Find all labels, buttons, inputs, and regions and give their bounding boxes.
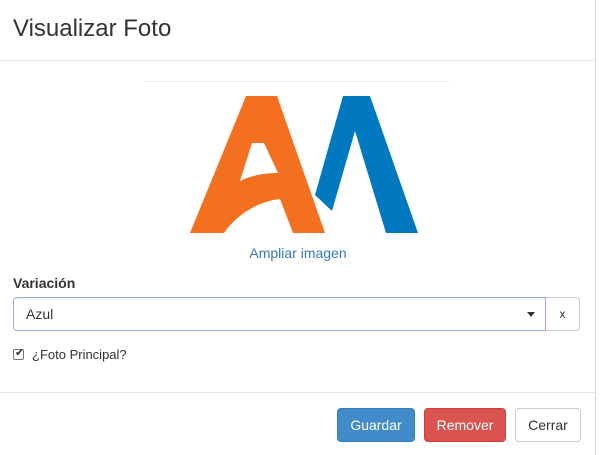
variation-select-group: Azul x bbox=[13, 297, 580, 331]
variation-selected-value: Azul bbox=[26, 306, 54, 322]
variation-select[interactable]: Azul bbox=[13, 297, 546, 331]
aa-logo-icon bbox=[190, 96, 418, 233]
logo-blue-shape bbox=[315, 96, 418, 233]
main-photo-label[interactable]: ¿Foto Principal? bbox=[32, 347, 127, 362]
main-photo-checkbox[interactable]: ✔ bbox=[13, 347, 25, 360]
variation-label: Variación bbox=[13, 275, 76, 291]
main-photo-row: ✔ ¿Foto Principal? bbox=[13, 347, 127, 362]
modal-footer: Guardar Remover Cerrar bbox=[0, 392, 596, 455]
enlarge-image-link[interactable]: Ampliar imagen bbox=[0, 245, 596, 261]
logo-orange-shape bbox=[190, 96, 325, 233]
close-button[interactable]: Cerrar bbox=[515, 408, 581, 442]
chevron-down-icon bbox=[527, 312, 535, 317]
checkmark-icon: ✔ bbox=[15, 347, 25, 359]
photo-modal: Visualizar Foto Ampliar imagen Variación… bbox=[0, 0, 596, 455]
modal-title: Visualizar Foto bbox=[13, 15, 172, 42]
photo-preview[interactable] bbox=[144, 81, 450, 240]
modal-body: Ampliar imagen Variación Azul x ✔ ¿Foto … bbox=[0, 61, 595, 392]
modal-header: Visualizar Foto bbox=[0, 0, 595, 61]
remove-button[interactable]: Remover bbox=[424, 408, 506, 442]
clear-variation-button[interactable]: x bbox=[546, 297, 580, 331]
save-button[interactable]: Guardar bbox=[337, 408, 415, 442]
